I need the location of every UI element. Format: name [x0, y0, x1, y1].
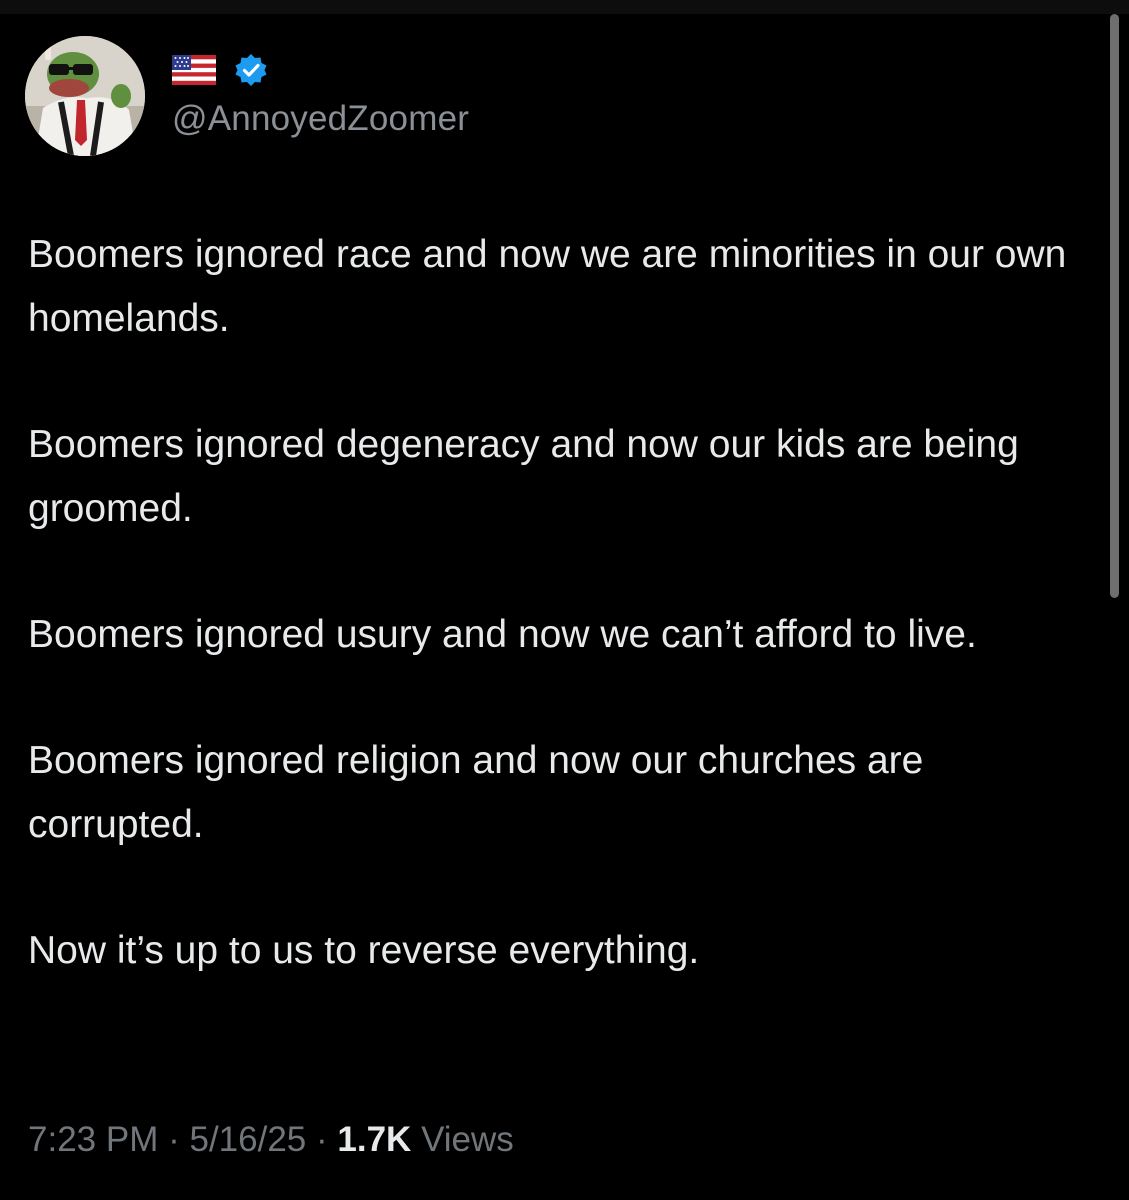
meta-separator: · [316, 1120, 328, 1159]
pepe-avatar-icon [25, 36, 145, 156]
views-label: Views [421, 1120, 514, 1159]
views-count[interactable]: 1.7K [337, 1120, 411, 1159]
tweet-paragraph: Boomers ignored degeneracy and now our k… [28, 423, 1019, 530]
author-name-row [172, 50, 268, 90]
avatar[interactable] [25, 36, 145, 156]
top-edge-bar [0, 0, 1129, 14]
tweet-paragraph: Now it’s up to us to reverse everything. [28, 929, 700, 972]
tweet-paragraph: Boomers ignored religion and now our chu… [28, 739, 924, 846]
scrollbar[interactable] [1110, 14, 1119, 598]
tweet-meta: 7:23 PM · 5/16/25 · 1.7K Views [28, 1118, 514, 1162]
tweet-time[interactable]: 7:23 PM [28, 1120, 158, 1159]
tweet-paragraph: Boomers ignored race and now we are mino… [28, 233, 1067, 340]
us-flag-icon [172, 55, 216, 85]
author-handle[interactable]: @AnnoyedZoomer [172, 98, 469, 140]
tweet-date[interactable]: 5/16/25 [189, 1120, 306, 1159]
verified-badge-icon[interactable] [234, 53, 268, 87]
tweet-text: Boomers ignored race and now we are mino… [28, 223, 1098, 983]
tweet-paragraph: Boomers ignored usury and now we can’t a… [28, 613, 977, 656]
meta-separator: · [168, 1120, 180, 1159]
